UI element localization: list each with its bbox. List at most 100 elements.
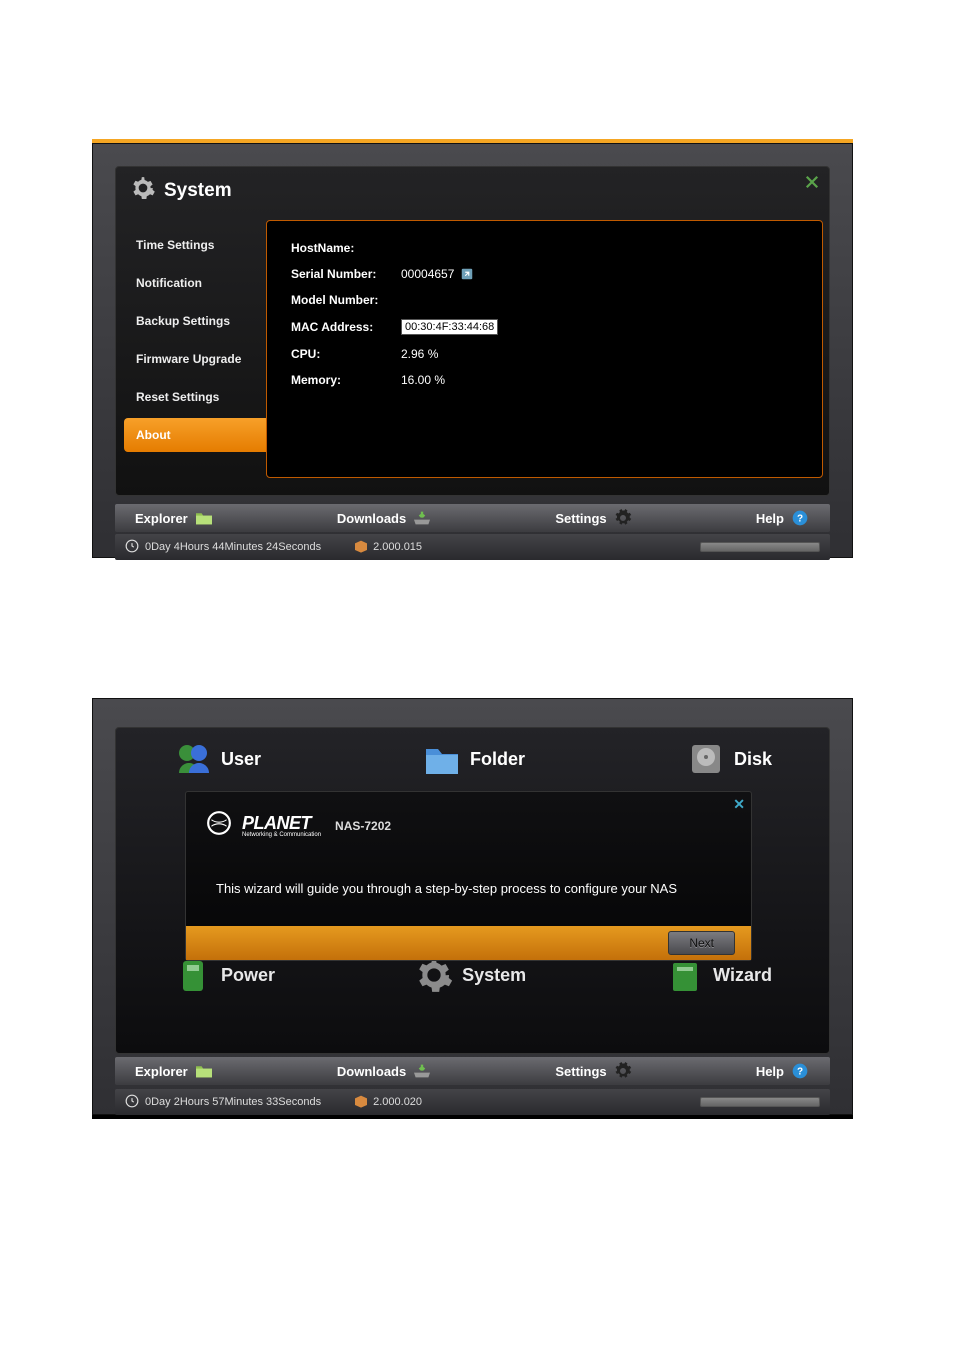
grid-item-disk[interactable]: Disk <box>686 739 772 779</box>
screenshot-wizard: User Folder Disk Power <box>92 698 853 1119</box>
gear-icon <box>130 175 156 206</box>
sidebar-item-backup-settings[interactable]: Backup Settings <box>124 304 266 338</box>
grid-item-folder[interactable]: Folder <box>422 739 525 779</box>
shortcut-icon[interactable] <box>460 267 474 281</box>
taskbar-help-label: Help <box>756 1064 784 1079</box>
grid-item-user[interactable]: User <box>173 739 261 779</box>
taskbar-settings-label: Settings <box>555 1064 606 1079</box>
taskbar-downloads-label: Downloads <box>337 511 406 526</box>
taskbar-downloads[interactable]: Downloads <box>323 510 446 526</box>
gear-icon <box>613 1063 633 1079</box>
row-cpu: CPU: 2.96 % <box>291 347 798 361</box>
model-label: Model Number: <box>291 293 401 307</box>
grid-item-label: Disk <box>734 749 772 770</box>
grid-item-wizard[interactable]: Wizard <box>665 955 772 995</box>
taskbar-settings-label: Settings <box>555 511 606 526</box>
svg-text:?: ? <box>797 1066 803 1077</box>
grid-item-label: Folder <box>470 749 525 770</box>
grid-item-system[interactable]: System <box>414 955 526 995</box>
grid-item-label: Wizard <box>713 965 772 986</box>
cpu-value: 2.96 % <box>401 347 798 361</box>
disk-icon <box>686 739 726 779</box>
folder-icon <box>422 739 462 779</box>
taskbar-settings[interactable]: Settings <box>541 510 646 526</box>
sidebar: Time Settings Notification Backup Settin… <box>116 214 266 484</box>
version-text: 2.000.020 <box>373 1096 422 1108</box>
grid-item-power[interactable]: Power <box>173 955 275 995</box>
downloads-icon <box>412 1063 432 1079</box>
sidebar-item-reset-settings[interactable]: Reset Settings <box>124 380 266 414</box>
wizard-dialog: ✕ PLANET Networking & Communication NAS-… <box>185 791 752 961</box>
wizard-footer: Next <box>186 926 751 960</box>
grid-row-1: User Folder Disk <box>173 739 772 779</box>
taskbar: Explorer Downloads Settings Help <box>115 504 830 532</box>
next-button[interactable]: Next <box>668 931 735 955</box>
status-progress <box>700 1097 820 1107</box>
power-icon <box>173 955 213 995</box>
taskbar-explorer[interactable]: Explorer <box>121 1063 228 1079</box>
status-uptime: 0Day 2Hours 57Minutes 33Seconds <box>125 1094 321 1111</box>
taskbar-downloads[interactable]: Downloads <box>323 1063 446 1079</box>
grid-row-2: Power System Wizard <box>173 955 772 995</box>
planet-logo-icon <box>206 810 232 841</box>
system-icon <box>414 955 454 995</box>
sidebar-item-time-settings[interactable]: Time Settings <box>124 228 266 262</box>
taskbar-settings[interactable]: Settings <box>541 1063 646 1079</box>
row-model: Model Number: <box>291 293 798 307</box>
brand-text: PLANET <box>242 813 311 833</box>
folder-icon <box>194 1063 214 1079</box>
status-progress <box>700 542 820 552</box>
status-version: 2.000.020 <box>353 1094 422 1111</box>
mac-label: MAC Address: <box>291 320 401 334</box>
taskbar-help-label: Help <box>756 511 784 526</box>
taskbar-help[interactable]: Help ? <box>742 1063 824 1079</box>
taskbar-explorer-label: Explorer <box>135 511 188 526</box>
sidebar-item-about[interactable]: About <box>124 418 266 452</box>
question-icon: ? <box>790 1063 810 1079</box>
mac-text: 00:30:4F:33:44:68 <box>401 319 498 335</box>
serial-label: Serial Number: <box>291 267 401 281</box>
serial-text: 00004657 <box>401 267 454 281</box>
box-icon <box>353 1094 369 1111</box>
sidebar-item-notification[interactable]: Notification <box>124 266 266 300</box>
panel-header: System <box>116 167 829 214</box>
uptime-text: 0Day 2Hours 57Minutes 33Seconds <box>145 1096 321 1108</box>
grid-item-label: Power <box>221 965 275 986</box>
close-icon[interactable] <box>803 173 821 191</box>
wizard-icon <box>665 955 705 995</box>
brand-name: PLANET Networking & Communication <box>242 813 321 838</box>
panel-title: System <box>164 180 232 202</box>
sidebar-item-firmware-upgrade[interactable]: Firmware Upgrade <box>124 342 266 376</box>
taskbar-downloads-label: Downloads <box>337 1064 406 1079</box>
svg-text:?: ? <box>797 513 803 524</box>
brand-sub: Networking & Communication <box>242 832 321 838</box>
memory-value: 16.00 % <box>401 373 798 387</box>
brand-model: NAS-7202 <box>335 819 391 833</box>
statusbar: 0Day 2Hours 57Minutes 33Seconds 2.000.02… <box>115 1089 830 1115</box>
taskbar-explorer-label: Explorer <box>135 1064 188 1079</box>
row-mac: MAC Address: 00:30:4F:33:44:68 <box>291 319 798 335</box>
taskbar: Explorer Downloads Settings Help <box>115 1057 830 1085</box>
app-body: System Time Settings Notification Backup… <box>92 143 853 558</box>
close-icon[interactable]: ✕ <box>733 796 745 813</box>
panel-body: Time Settings Notification Backup Settin… <box>116 214 829 484</box>
hostname-label: HostName: <box>291 241 401 255</box>
grid-item-label: System <box>462 965 526 986</box>
grid-item-label: User <box>221 749 261 770</box>
taskbar-help[interactable]: Help ? <box>742 510 824 526</box>
status-uptime: 0Day 4Hours 44Minutes 24Seconds <box>125 539 321 556</box>
question-icon: ? <box>790 510 810 526</box>
clock-icon <box>125 1094 139 1111</box>
wizard-header: PLANET Networking & Communication NAS-72… <box>186 792 751 851</box>
taskbar-explorer[interactable]: Explorer <box>121 510 228 526</box>
memory-label: Memory: <box>291 373 401 387</box>
folder-icon <box>194 510 214 526</box>
mac-value: 00:30:4F:33:44:68 <box>401 319 798 335</box>
status-version: 2.000.015 <box>353 539 422 556</box>
downloads-icon <box>412 510 432 526</box>
serial-value: 00004657 <box>401 267 798 281</box>
box-icon <box>353 539 369 556</box>
system-panel: System Time Settings Notification Backup… <box>115 166 830 496</box>
row-memory: Memory: 16.00 % <box>291 373 798 387</box>
version-text: 2.000.015 <box>373 541 422 553</box>
